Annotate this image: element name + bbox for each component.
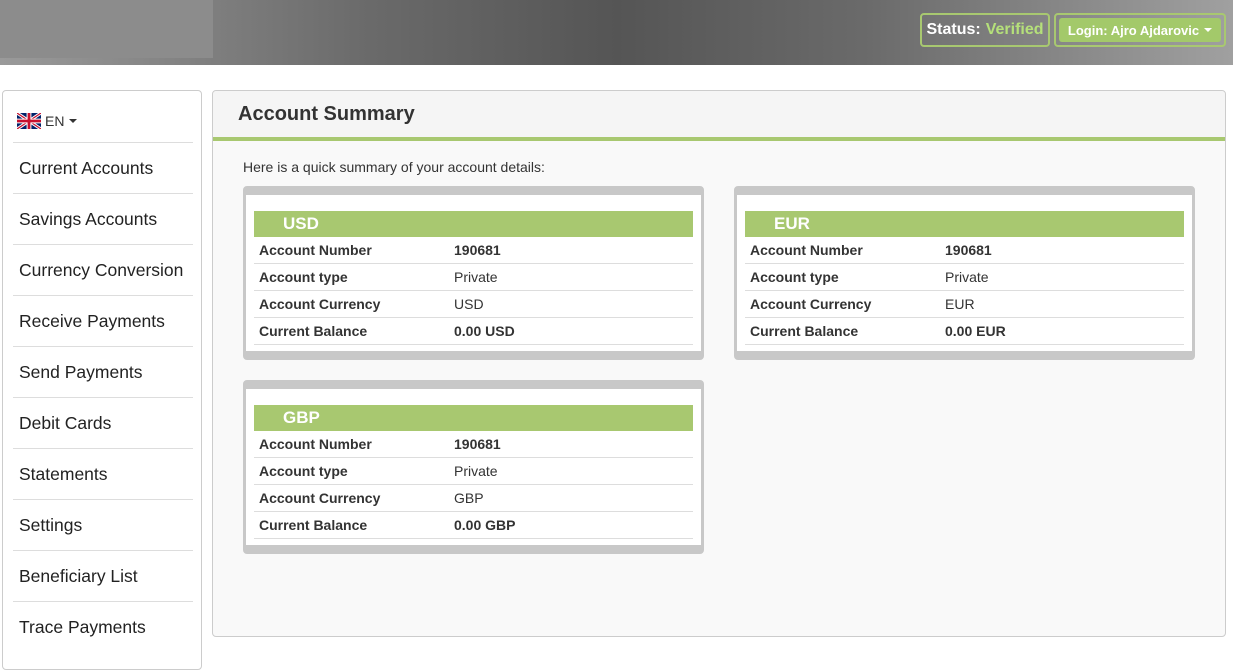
language-label: EN	[45, 113, 65, 129]
status-value: Verified	[985, 21, 1044, 38]
account-card-gbp: GBP Account Number 190681 Account type Pri…	[243, 380, 704, 554]
account-currency-header: GBP	[254, 405, 693, 431]
row-label: Account Currency	[259, 296, 381, 312]
login-dropdown[interactable]: Login: Ajro Ajdarovic	[1054, 13, 1226, 47]
row-label: Account type	[259, 269, 348, 285]
login-label: Login: Ajro Ajdarovic	[1067, 22, 1200, 38]
table-row: Account type Private	[745, 264, 1184, 291]
sidebar-item-beneficiary-list[interactable]: Beneficiary List	[13, 550, 193, 601]
logo-area	[0, 0, 213, 58]
intro-text: Here is a quick summary of your account …	[243, 159, 545, 175]
account-currency-header: EUR	[745, 211, 1184, 237]
table-row: Account Currency EUR	[745, 291, 1184, 318]
table-row: Account Number 190681	[745, 237, 1184, 264]
sidebar-item-send-payments[interactable]: Send Payments	[13, 346, 193, 397]
status-label: Status:	[926, 21, 981, 38]
row-label: Account Number	[259, 436, 372, 452]
sidebar-item-debit-cards[interactable]: Debit Cards	[13, 397, 193, 448]
row-label: Current Balance	[750, 323, 859, 339]
row-value: 190681	[454, 436, 501, 452]
page-title: Account Summary	[238, 102, 415, 125]
row-value: 190681	[945, 242, 992, 258]
panel-header: Account Summary	[213, 91, 1225, 141]
table-row: Account Currency GBP	[254, 485, 693, 512]
row-value: 0.00 USD	[454, 323, 515, 339]
sidebar-nav: Current Accounts Savings Accounts Curren…	[13, 142, 193, 652]
table-row: Account Number 190681	[254, 431, 693, 458]
row-label: Current Balance	[259, 323, 368, 339]
table-row: Current Balance 0.00 USD	[254, 318, 693, 345]
table-row: Account type Private	[254, 458, 693, 485]
table-row: Current Balance 0.00 GBP	[254, 512, 693, 539]
login-button[interactable]: Login: Ajro Ajdarovic	[1059, 18, 1221, 42]
sidebar-item-trace-payments[interactable]: Trace Payments	[13, 601, 193, 652]
table-row: Account Number 190681	[254, 237, 693, 264]
account-currency-header: USD	[254, 211, 693, 237]
row-label: Current Balance	[259, 517, 368, 533]
row-label: Account type	[750, 269, 839, 285]
account-details: Account Number 190681 Account type Private…	[254, 237, 693, 345]
chevron-down-icon	[1204, 28, 1213, 32]
row-value: 0.00 EUR	[945, 323, 1006, 339]
row-label: Account Currency	[750, 296, 872, 312]
row-value: USD	[454, 296, 484, 312]
row-label: Account Number	[259, 242, 372, 258]
sidebar-item-currency-conversion[interactable]: Currency Conversion	[13, 244, 193, 295]
language-selector[interactable]: EN	[17, 113, 78, 129]
table-row: Current Balance 0.00 EUR	[745, 318, 1184, 345]
account-summary-panel: Account Summary Here is a quick summary …	[212, 90, 1226, 637]
sidebar-item-settings[interactable]: Settings	[13, 499, 193, 550]
sidebar-item-savings-accounts[interactable]: Savings Accounts	[13, 193, 193, 244]
uk-flag-icon	[17, 113, 41, 129]
row-value: Private	[945, 269, 989, 285]
row-label: Account Number	[750, 242, 863, 258]
row-value: GBP	[454, 490, 484, 506]
status-badge: Status: Verified	[920, 13, 1050, 47]
chevron-down-icon	[69, 119, 78, 123]
row-label: Account Currency	[259, 490, 381, 506]
row-value: 0.00 GBP	[454, 517, 516, 533]
account-card-usd: USD Account Number 190681 Account type Pri…	[243, 186, 704, 360]
sidebar-item-current-accounts[interactable]: Current Accounts	[13, 142, 193, 193]
account-details: Account Number 190681 Account type Private…	[745, 237, 1184, 345]
row-value: Private	[454, 463, 498, 479]
account-details: Account Number 190681 Account type Private…	[254, 431, 693, 539]
account-card-eur: EUR Account Number 190681 Account type Pri…	[734, 186, 1195, 360]
sidebar: EN Current Accounts Savings Accounts Cur…	[2, 90, 202, 670]
sidebar-item-statements[interactable]: Statements	[13, 448, 193, 499]
top-header: Status: Verified Login: Ajro Ajdarovic	[0, 0, 1233, 65]
table-row: Account type Private	[254, 264, 693, 291]
row-value: Private	[454, 269, 498, 285]
row-label: Account type	[259, 463, 348, 479]
sidebar-item-receive-payments[interactable]: Receive Payments	[13, 295, 193, 346]
row-value: 190681	[454, 242, 501, 258]
table-row: Account Currency USD	[254, 291, 693, 318]
row-value: EUR	[945, 296, 975, 312]
